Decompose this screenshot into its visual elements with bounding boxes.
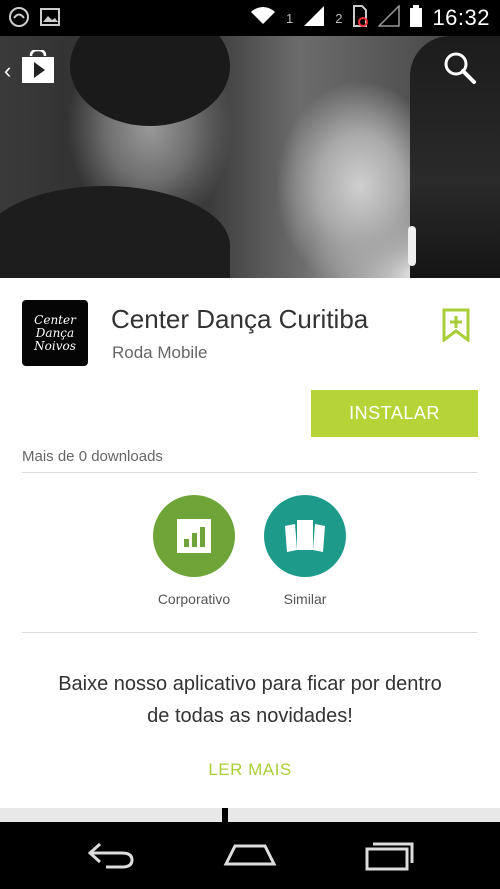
description-line: de todas as novidades!: [147, 705, 353, 727]
feature-graphic-detail: [0, 186, 230, 278]
home-icon[interactable]: [215, 832, 285, 878]
divider: [22, 472, 478, 473]
app-icon-text: Center: [34, 312, 76, 327]
cards-icon: [285, 520, 325, 552]
navigation-bar: [0, 822, 500, 889]
category-button[interactable]: [153, 495, 235, 577]
app-icon-text: Dança: [35, 325, 75, 340]
sim1-label: 1: [285, 10, 294, 26]
read-more-link[interactable]: LER MAIS: [0, 760, 500, 780]
back-chevron-icon[interactable]: ‹: [4, 58, 11, 84]
similar-button[interactable]: [264, 495, 346, 577]
divider: [22, 632, 478, 633]
app-title: Center Dança Curitiba: [111, 304, 369, 334]
download-count: Mais de 0 downloads: [22, 448, 163, 465]
feature-graphic-detail: [70, 36, 230, 126]
app-icon: Center Dança Noivos: [22, 300, 88, 366]
battery-icon: [410, 4, 423, 32]
install-button[interactable]: INSTALAR: [311, 390, 478, 437]
status-bar: 1 2 16:32: [0, 0, 500, 36]
wifi-icon: [250, 6, 276, 31]
wishlist-bookmark-icon[interactable]: [442, 308, 470, 343]
description-line: Baixe nosso aplicativo para ficar por de…: [58, 673, 442, 695]
back-icon[interactable]: [76, 832, 146, 878]
next-card-peek: [228, 808, 500, 822]
bar-chart-icon: [177, 519, 211, 553]
similar-label: Similar: [283, 591, 327, 607]
signal-full-icon: [303, 5, 325, 32]
notification-app-icon: [8, 6, 30, 33]
app-description: Baixe nosso aplicativo para ficar por de…: [0, 668, 500, 732]
sim-no-service-icon: [352, 4, 369, 32]
next-card-peek: [0, 808, 222, 822]
sim2-label: 2: [335, 10, 343, 26]
clock: 16:32: [432, 5, 490, 30]
recent-apps-icon[interactable]: [355, 832, 425, 878]
app-icon-text: Noivos: [34, 338, 76, 353]
developer-link[interactable]: Roda Mobile: [112, 343, 207, 363]
feature-graphic: [0, 36, 500, 278]
play-store-icon[interactable]: [20, 48, 56, 84]
image-notification-icon: [40, 8, 60, 31]
feature-graphic-detail: [408, 226, 416, 266]
app-details-card: Center Dança Noivos Center Dança Curitib…: [0, 278, 500, 808]
signal-empty-icon: [377, 3, 401, 32]
search-icon[interactable]: [442, 50, 478, 86]
category-label: Corporativo: [157, 591, 231, 607]
